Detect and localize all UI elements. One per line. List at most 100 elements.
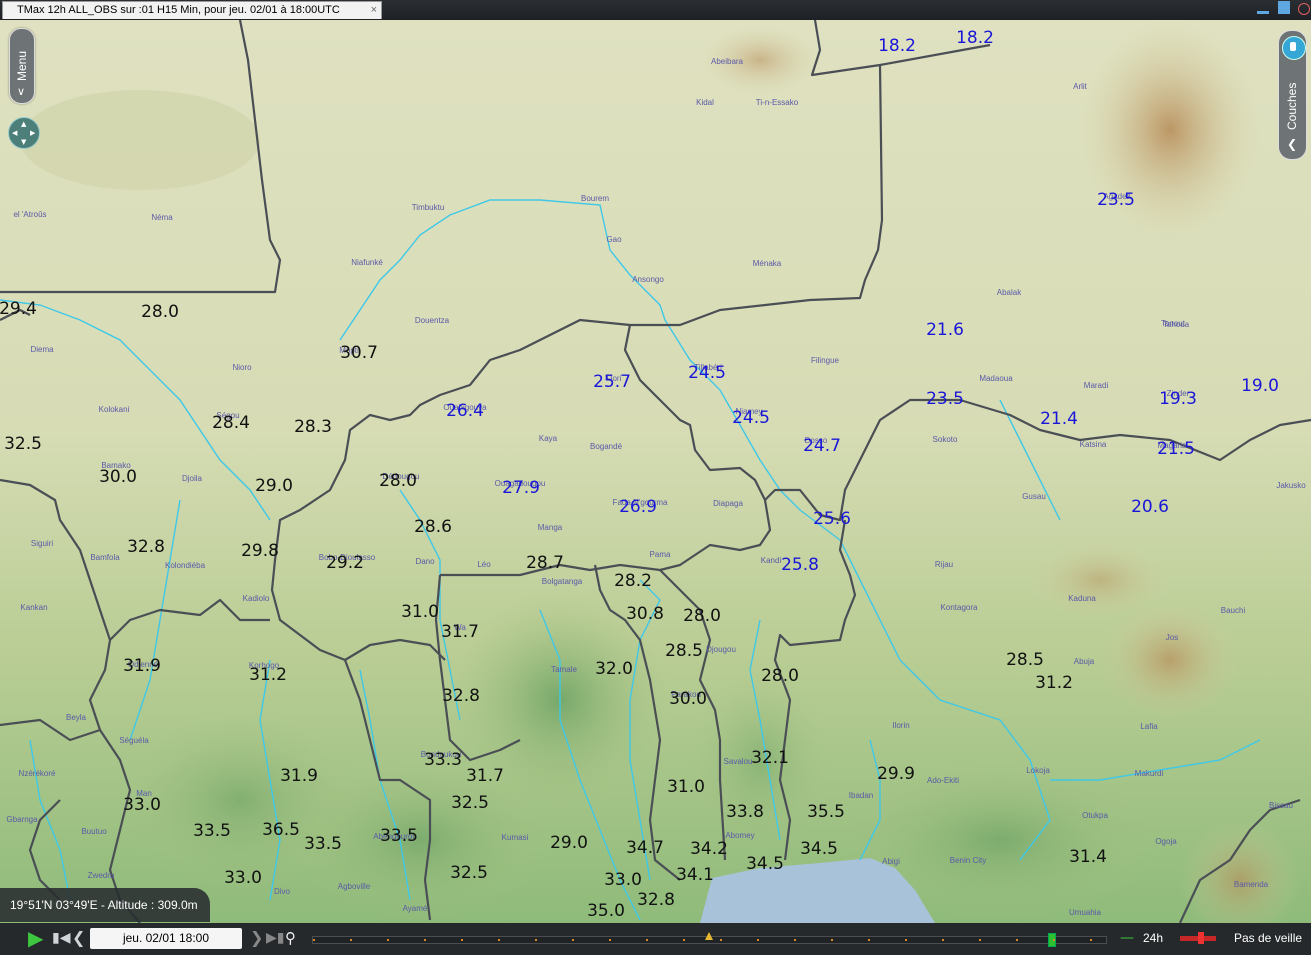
tmax-value[interactable]: 19.3 (1159, 389, 1197, 409)
tmax-value[interactable]: 29.9 (877, 764, 915, 784)
tmax-value[interactable]: 24.5 (688, 363, 726, 383)
tmax-value[interactable]: 20.6 (1131, 497, 1169, 517)
tmax-value[interactable]: 35.0 (587, 901, 625, 921)
tmax-value[interactable]: 28.3 (294, 417, 332, 437)
tmax-value[interactable]: 32.8 (637, 890, 675, 910)
close-icon[interactable] (1297, 2, 1311, 16)
tmax-value[interactable]: 26.4 (446, 401, 484, 421)
city-label: Benin City (949, 856, 987, 865)
maximize-icon[interactable] (1277, 1, 1291, 16)
tmax-value[interactable]: 31.9 (123, 656, 161, 676)
tmax-value[interactable]: 34.5 (800, 839, 838, 859)
tmax-value[interactable]: 30.0 (99, 467, 137, 487)
tmax-value[interactable]: 32.0 (595, 659, 633, 679)
tmax-value[interactable]: 27.9 (502, 478, 540, 498)
tmax-value[interactable]: 31.7 (466, 766, 504, 786)
tmax-value[interactable]: 33.5 (380, 826, 418, 846)
tab-close-icon[interactable]: × (371, 2, 377, 19)
tmax-value[interactable]: 29.0 (550, 833, 588, 853)
step-label[interactable]: 24h (1143, 923, 1163, 953)
tmax-value[interactable]: 25.7 (593, 372, 631, 392)
menu-button[interactable]: Menu ∨ (9, 28, 35, 104)
previous-icon[interactable]: ❮ (72, 923, 85, 955)
play-icon[interactable]: ▶ (28, 923, 43, 955)
speed-slider[interactable] (1180, 932, 1216, 944)
tmax-value[interactable]: 25.6 (813, 509, 851, 529)
tmax-value[interactable]: 28.0 (379, 471, 417, 491)
minimize-icon[interactable] (1256, 2, 1270, 16)
tmax-value[interactable]: 21.5 (1157, 439, 1195, 459)
tmax-value[interactable]: 21.4 (1040, 409, 1078, 429)
tmax-value[interactable]: 18.2 (878, 36, 916, 56)
tmax-value[interactable]: 30.0 (669, 689, 707, 709)
tmax-value[interactable]: 31.0 (401, 602, 439, 622)
map-canvas[interactable]: Abeibara Kidal Ti-n-Essako Arlit Agadez el 'A… (0, 20, 1311, 923)
tmax-value[interactable]: 33.0 (123, 795, 161, 815)
tmax-value[interactable]: 32.8 (442, 686, 480, 706)
tmax-value[interactable]: 30.8 (626, 604, 664, 624)
timeline-track[interactable] (312, 932, 1107, 947)
tmax-value[interactable]: 18.2 (956, 28, 994, 48)
lock-icon[interactable] (1282, 36, 1306, 60)
tmax-value[interactable]: 28.5 (665, 641, 703, 661)
tmax-value[interactable]: 28.2 (614, 571, 652, 591)
tmax-value[interactable]: 34.7 (626, 838, 664, 858)
tmax-value[interactable]: 24.7 (803, 436, 841, 456)
tmax-value[interactable]: 28.4 (212, 413, 250, 433)
tmax-value[interactable]: 33.5 (193, 821, 231, 841)
tmax-value[interactable]: 35.5 (807, 802, 845, 822)
tmax-value[interactable]: 33.3 (424, 750, 462, 770)
tmax-value[interactable]: 31.7 (441, 622, 479, 642)
tmax-value[interactable]: 31.9 (280, 766, 318, 786)
tmax-value[interactable]: 32.5 (451, 793, 489, 813)
chevron-left-icon[interactable]: ❮ (1287, 137, 1297, 151)
next-icon[interactable]: ❯ (250, 923, 263, 955)
tmax-value[interactable]: 23.5 (926, 389, 964, 409)
tmax-value[interactable]: 29.4 (0, 299, 37, 319)
tmax-value[interactable]: 28.6 (414, 517, 452, 537)
tmax-value[interactable]: 29.8 (241, 541, 279, 561)
tmax-value[interactable]: 21.6 (926, 320, 964, 340)
timeline-tick (1090, 939, 1092, 941)
tmax-value[interactable]: 29.0 (255, 476, 293, 496)
tmax-value[interactable]: 31.2 (249, 665, 287, 685)
tmax-value[interactable]: 33.0 (604, 870, 642, 890)
skip-first-icon[interactable]: ▮◀ (52, 923, 70, 955)
tmax-value[interactable]: 28.0 (683, 606, 721, 626)
tmax-value[interactable]: 23.5 (1097, 190, 1135, 210)
tmax-value[interactable]: 28.0 (141, 302, 179, 322)
tmax-value[interactable]: 19.0 (1241, 376, 1279, 396)
tmax-value[interactable]: 29.2 (326, 553, 364, 573)
tmax-value[interactable]: 32.1 (751, 748, 789, 768)
tmax-value[interactable]: 24.5 (732, 408, 770, 428)
date-field[interactable]: jeu. 02/01 18:00 (90, 928, 242, 949)
timeline-cursor[interactable] (705, 932, 713, 940)
tmax-value[interactable]: 30.7 (340, 343, 378, 363)
minus-icon[interactable]: — (1120, 923, 1134, 955)
zoom-icon[interactable]: ⚲ (285, 923, 296, 955)
tmax-value[interactable]: 33.8 (726, 802, 764, 822)
tmax-value[interactable]: 31.4 (1069, 847, 1107, 867)
skip-last-icon[interactable]: ▶▮ (266, 923, 284, 955)
tmax-value[interactable]: 32.5 (450, 863, 488, 883)
tmax-value[interactable]: 31.2 (1035, 673, 1073, 693)
tmax-value[interactable]: 28.7 (526, 553, 564, 573)
tmax-value[interactable]: 31.0 (667, 777, 705, 797)
tmax-value[interactable]: 26.9 (619, 497, 657, 517)
tmax-value[interactable]: 33.5 (304, 834, 342, 854)
tmax-value[interactable]: 28.0 (761, 666, 799, 686)
tmax-value[interactable]: 28.5 (1006, 650, 1044, 670)
tmax-value[interactable]: 34.1 (676, 865, 714, 885)
tmax-value[interactable]: 32.5 (4, 434, 42, 454)
timeline-tick (831, 939, 833, 941)
tmax-value[interactable]: 25.8 (781, 555, 819, 575)
mode-label[interactable]: Pas de veille (1234, 923, 1302, 953)
tmax-value[interactable]: 33.0 (224, 868, 262, 888)
map-tab[interactable]: TMax 12h ALL_OBS sur :01 H15 Min, pour j… (2, 1, 382, 19)
tmax-value[interactable]: 32.8 (127, 537, 165, 557)
tmax-value[interactable]: 34.5 (746, 854, 784, 874)
pan-control-icon[interactable]: ▲ ▼ ◀ ▶ (8, 117, 40, 149)
tmax-value[interactable]: 36.5 (262, 820, 300, 840)
timeline-tick (979, 939, 981, 941)
tmax-value[interactable]: 34.2 (690, 839, 728, 859)
